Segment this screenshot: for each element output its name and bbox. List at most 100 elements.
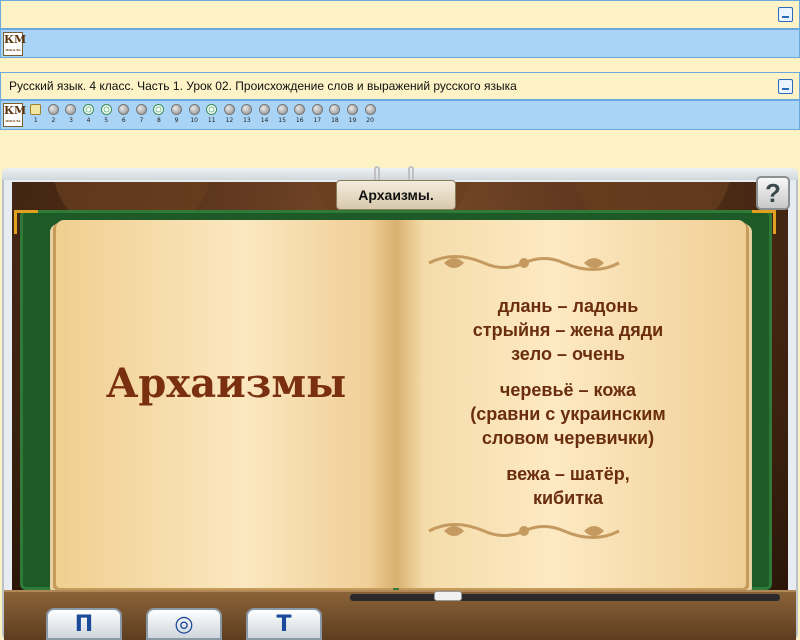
archaism-line: кибитка [532,488,604,508]
lesson-step-11[interactable]: 11 [203,104,221,124]
minimize-icon[interactable] [778,7,793,22]
lesson-step-number: 11 [207,117,216,124]
lesson-status-icon [47,104,59,115]
lesson-step-4[interactable]: 4 [80,104,98,124]
lesson-step-10[interactable]: 10 [185,104,203,124]
lesson-step-number: 16 [295,117,304,124]
lesson-step-number: 5 [104,117,109,124]
lesson-status-icon [206,104,218,115]
book-corner [14,210,38,234]
lesson-step-number: 9 [174,117,179,124]
book-corner [752,210,776,234]
lesson-step-number: 19 [348,117,357,124]
lesson-step-2[interactable]: 2 [45,104,63,124]
lesson-step-number: 12 [225,117,234,124]
lesson-status-icon [135,104,147,115]
lesson-step-5[interactable]: 5 [97,104,115,124]
archaism-word-list: длань – ладонь стрыйня – жена дяди зело – … [408,294,728,510]
lesson-step-number: 4 [86,117,91,124]
archaism-line: (сравни с украинским [470,404,666,424]
replay-button[interactable]: ◎ [146,608,222,640]
logo-text: КМ [4,104,27,117]
lesson-step-18[interactable]: 18 [326,104,344,124]
lesson-status-icon [276,104,288,115]
lesson-step-1[interactable]: 1 [27,104,45,124]
lesson-step-number: 2 [51,117,56,124]
lesson-step-17[interactable]: 17 [309,104,327,124]
lesson-step-15[interactable]: 15 [273,104,291,124]
lesson-status-icon [311,104,323,115]
lesson-step-number: 7 [139,117,144,124]
logo-subtext: школа [5,118,21,123]
lesson-status-icon [83,104,95,115]
lesson-navigation-bar: КМ школа 1 2 3 4 5 6 7 8 9 10 11 12 13 14 15 16 17 18 19 20 [0,100,800,130]
minimize-icon[interactable] [778,79,793,94]
replay-icon: ◎ [174,611,194,637]
lesson-header: Русский язык. 4 класс. Часть 1. Урок 02.… [0,72,800,100]
lesson-step-7[interactable]: 7 [133,104,151,124]
lesson-step-14[interactable]: 14 [256,104,274,124]
lesson-status-icon [171,104,183,115]
archaism-line: длань – ладонь [497,296,639,316]
lesson-status-icon [100,104,112,115]
lesson-step-number: 3 [69,117,73,124]
ornament-icon [428,255,620,271]
lesson-status-icon [346,104,358,115]
clip-icon [374,166,380,180]
prev-button[interactable]: П [46,608,122,640]
clip-icon [408,166,414,180]
next-icon: Т [276,611,292,637]
lesson-step-9[interactable]: 9 [168,104,186,124]
lesson-step-13[interactable]: 13 [238,104,256,124]
line-spacer [408,450,728,462]
lesson-step-6[interactable]: 6 [115,104,133,124]
progress-track[interactable] [350,594,780,601]
ornament-icon [428,523,620,539]
archaism-line: зело – очень [511,344,625,364]
lesson-status-icon [223,104,235,115]
progress-handle[interactable] [434,591,462,601]
slide-frame-header [2,168,798,180]
lesson-step-number: 14 [260,117,269,124]
lesson-step-20[interactable]: 20 [361,104,379,124]
logo-subtext: школа [5,47,21,52]
lesson-status-icon [153,104,165,115]
lesson-step-19[interactable]: 19 [344,104,362,124]
archaism-line: вежа – шатёр, [506,464,630,484]
lesson-status-icon [259,104,271,115]
lesson-step-number: 17 [313,117,322,124]
lesson-step-number: 6 [121,117,126,124]
help-button[interactable]: ? [756,176,790,210]
slide-title-tab: Архаизмы. [336,180,456,210]
lesson-status-icon [30,104,42,115]
lesson-status-icon [364,104,376,115]
lesson-step-number: 13 [243,117,251,124]
lesson-step-12[interactable]: 12 [221,104,239,124]
app-toolbar: КМ школа [0,29,800,58]
lesson-status-icon [188,104,200,115]
lesson-status-icon [65,104,77,115]
lesson-step-number: 1 [33,117,38,124]
prev-icon: П [74,611,94,637]
lesson-status-icon [294,104,306,115]
lesson-step-number: 8 [157,117,161,124]
line-spacer [408,366,728,378]
archaism-line: стрыйня – жена дяди [472,320,664,340]
app-logo[interactable]: КМ школа [3,32,26,56]
top-collapsed-panel [0,0,800,29]
lesson-step-number: 20 [366,117,374,124]
lesson-step-16[interactable]: 16 [291,104,309,124]
app-logo[interactable]: КМ школа [3,103,27,127]
lesson-step-number: 10 [190,117,198,124]
page-title: Архаизмы [105,360,347,407]
lesson-step-list: 1 2 3 4 5 6 7 8 9 10 11 12 13 14 15 16 17 18 19 20 [27,104,379,124]
lesson-step-number: 18 [331,117,339,124]
archaism-line: черевьё – кожа [499,380,637,400]
lesson-step-3[interactable]: 3 [62,104,80,124]
lesson-step-8[interactable]: 8 [150,104,168,124]
lesson-status-icon [118,104,130,115]
archaism-line: словом черевички) [481,428,655,448]
lesson-step-number: 15 [278,117,286,124]
next-button[interactable]: Т [246,608,322,640]
lesson-title: Русский язык. 4 класс. Часть 1. Урок 02.… [9,79,517,93]
